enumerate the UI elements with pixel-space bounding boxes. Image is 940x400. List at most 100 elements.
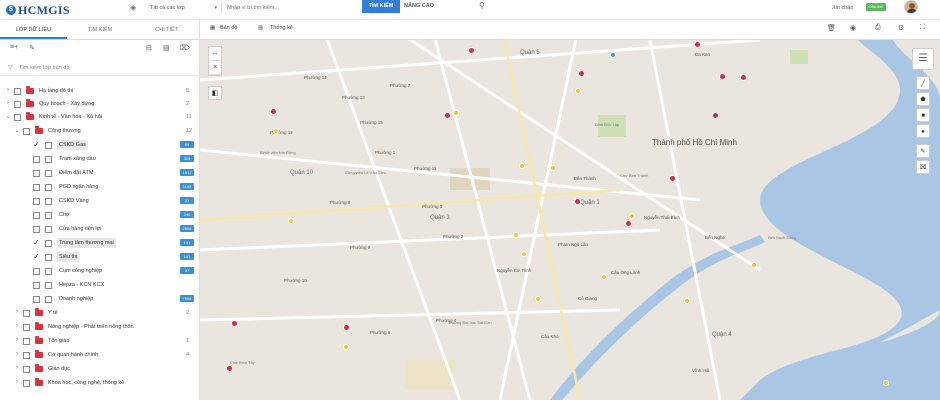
layer-checkbox[interactable] — [45, 170, 52, 177]
filter-icon[interactable]: ⚲ — [479, 1, 485, 10]
tree-row[interactable]: Trạm xăng dầu 325 — [0, 154, 200, 166]
layers-icon[interactable]: ◈ — [130, 3, 136, 12]
tab-statistics[interactable]: Thống kê — [270, 25, 293, 31]
poi-marker[interactable] — [625, 220, 632, 227]
chevron-right-icon[interactable]: › — [14, 351, 20, 357]
poi-marker[interactable] — [288, 218, 294, 224]
layer-checkbox[interactable] — [45, 282, 52, 289]
chevron-right-icon[interactable]: › — [14, 379, 20, 385]
layer-checkbox[interactable] — [45, 226, 52, 233]
layer-checkbox[interactable] — [23, 366, 30, 373]
broadcast-icon[interactable]: ◉ — [850, 24, 856, 32]
user-avatar[interactable] — [904, 0, 918, 14]
poi-marker[interactable] — [751, 262, 757, 268]
poi-marker[interactable] — [684, 298, 690, 304]
layer-checkbox[interactable] — [14, 88, 21, 95]
layer-checkbox[interactable] — [33, 226, 40, 233]
poi-marker[interactable] — [519, 163, 525, 169]
layer-checkbox[interactable] — [45, 156, 52, 163]
layer-checkbox[interactable] — [23, 128, 30, 135]
chevron-right-icon[interactable]: › — [5, 87, 11, 93]
poi-marker[interactable] — [575, 88, 581, 94]
chevron-right-icon[interactable]: › — [14, 365, 20, 371]
layer-select-dropdown[interactable]: Tất cả các lớp ▾ — [150, 2, 222, 14]
edit-icon[interactable]: ✎ — [29, 44, 35, 52]
layer-checkbox[interactable] — [33, 296, 40, 303]
layer-checkbox[interactable] — [33, 268, 40, 275]
layer-checkbox[interactable] — [33, 282, 40, 289]
tab-details[interactable]: CHI TIẾT — [133, 20, 200, 39]
location-pin-icon[interactable] — [610, 52, 616, 58]
tree-row[interactable]: › Cơ quan hành chính 4 — [0, 350, 200, 362]
search-button[interactable]: TÌM KIẾM — [362, 0, 400, 13]
poi-marker[interactable] — [535, 296, 541, 302]
poi-marker[interactable] — [740, 74, 747, 81]
layer-checkbox[interactable] — [33, 212, 40, 219]
close-icon[interactable]: × — [209, 61, 221, 75]
layers-switch-icon[interactable]: ☰ — [912, 48, 934, 70]
fullscreen-icon[interactable]: ⛶ — [920, 24, 925, 32]
poi-marker[interactable] — [601, 274, 607, 280]
poi-marker[interactable] — [468, 47, 475, 54]
layer-checkbox[interactable] — [33, 156, 40, 163]
tree-row[interactable]: › Khoa học, công nghệ, thống kê — [0, 378, 200, 390]
layer-checkbox[interactable] — [45, 198, 52, 205]
draw-rectangle-icon[interactable]: ■ — [916, 108, 930, 122]
trash-icon[interactable]: 🗑 — [827, 24, 836, 32]
tree-row[interactable]: Doanh nghiệp 7986 — [0, 294, 200, 306]
poi-marker[interactable] — [694, 41, 701, 48]
poi-marker[interactable] — [574, 198, 581, 205]
poi-marker[interactable] — [453, 110, 459, 116]
legend-icon[interactable]: ▤ — [163, 44, 170, 52]
edit-icon[interactable]: ✎ — [916, 144, 930, 158]
draw-line-icon[interactable]: ╱ — [916, 76, 930, 90]
chevron-right-icon[interactable]: › — [5, 100, 11, 106]
collapse-icon[interactable]: ⊟ — [146, 44, 152, 52]
layer-checkbox[interactable] — [23, 352, 30, 359]
settings-icon[interactable]: ⚙ — [898, 24, 904, 32]
layer-checkbox[interactable] — [23, 380, 30, 387]
poi-marker[interactable] — [444, 112, 451, 119]
chevron-down-icon[interactable]: ⌄ — [14, 127, 20, 134]
tree-row[interactable]: ⌄ Công thương 12 — [0, 126, 200, 138]
tab-search[interactable]: TÌM KIẾM — [67, 20, 134, 39]
draw-circle-icon[interactable]: ● — [916, 124, 930, 138]
chevron-down-icon[interactable]: ⌄ — [5, 113, 11, 120]
poi-marker[interactable] — [629, 213, 635, 219]
poi-marker[interactable] — [669, 175, 676, 182]
chevron-right-icon[interactable]: › — [14, 337, 20, 343]
tree-row[interactable]: Cửa hàng tiện lợi 2808 — [0, 224, 200, 236]
tree-row[interactable]: ⌄ Kinh tế - Văn hóa - Xã hội 11 — [0, 112, 200, 124]
check-icon[interactable]: ✓ — [33, 140, 40, 149]
poi-marker[interactable] — [343, 344, 349, 350]
check-icon[interactable]: ✓ — [33, 252, 40, 261]
print-icon[interactable]: ⎙ — [875, 24, 881, 32]
layer-checkbox[interactable] — [33, 184, 40, 191]
tree-row[interactable]: Hepza - KCN KCX — [0, 280, 200, 292]
layer-checkbox[interactable] — [45, 268, 52, 275]
delete-icon[interactable]: ⌦ — [180, 44, 190, 52]
tree-row[interactable]: PGD ngân hàng 1143 — [0, 182, 200, 194]
check-icon[interactable]: ✓ — [33, 238, 40, 247]
layer-checkbox[interactable] — [45, 142, 52, 149]
tree-row[interactable]: Điểm đặt ATM 1912 — [0, 168, 200, 180]
layer-checkbox[interactable] — [45, 240, 52, 247]
poi-marker[interactable] — [883, 380, 889, 386]
poi-marker[interactable] — [231, 320, 238, 327]
layer-checkbox[interactable] — [33, 170, 40, 177]
hcmgis-logo[interactable]: $ HCMGIS — [6, 2, 70, 18]
poi-marker[interactable] — [226, 365, 233, 372]
poi-marker[interactable] — [521, 251, 527, 257]
poi-marker[interactable] — [550, 165, 556, 171]
poi-marker[interactable] — [578, 70, 585, 77]
tree-row[interactable]: CSKD Vàng 21 — [0, 196, 200, 208]
layer-checkbox[interactable] — [45, 212, 52, 219]
add-layer-icon[interactable]: ≡+ — [10, 44, 18, 51]
layer-checkbox[interactable] — [45, 184, 52, 191]
tab-layers[interactable]: LỚP DỮ LIỆU — [0, 20, 67, 39]
tab-map[interactable]: Bản đồ — [220, 25, 237, 31]
chevron-right-icon[interactable]: › — [14, 309, 20, 315]
poi-marker[interactable] — [343, 324, 350, 331]
poi-marker[interactable] — [273, 128, 279, 134]
layer-checkbox[interactable] — [14, 101, 21, 108]
